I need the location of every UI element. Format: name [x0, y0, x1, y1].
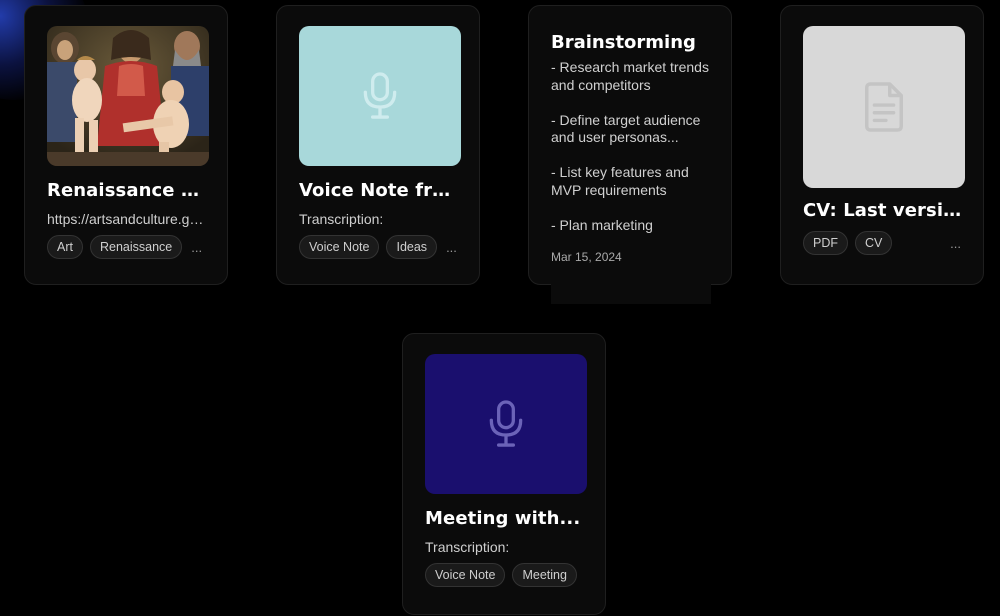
transcription-label: Transcription: [425, 539, 510, 555]
voice-note-thumbnail [425, 354, 587, 494]
tag-list: Voice Note Meeting [425, 563, 585, 587]
tag-list: PDF CV ... [803, 231, 963, 255]
microphone-icon [363, 72, 397, 119]
tag-list: Art Renaissance ... [47, 235, 207, 259]
pdf-thumbnail [803, 26, 965, 188]
document-icon [865, 82, 903, 132]
voice-note-card-meeting[interactable]: Meeting with... Transcription: Voice Not… [402, 333, 606, 615]
card-title: Meeting with... [425, 508, 581, 529]
tag-renaissance[interactable]: Renaissance [89, 235, 183, 259]
more-tags-indicator[interactable]: ... [446, 240, 457, 255]
voice-note-thumbnail [299, 26, 461, 166]
grid-page: Renaissance Art https://artsandculture.g… [0, 0, 1000, 616]
bookmark-card-renaissance[interactable]: Renaissance Art https://artsandculture.g… [24, 5, 228, 285]
card-url[interactable]: https://artsandculture.google.com [47, 211, 207, 227]
note-card-brainstorming[interactable]: Brainstorming - Research market trends a… [528, 5, 732, 304]
renaissance-painting-image [47, 26, 209, 166]
voice-note-card[interactable]: Voice Note from... Transcription: Voice … [276, 5, 480, 285]
more-tags-indicator[interactable]: ... [191, 240, 202, 255]
card-title: Brainstorming [551, 32, 696, 53]
tag-art[interactable]: Art [47, 235, 83, 259]
more-tags-indicator[interactable]: ... [950, 236, 961, 251]
card-title: Voice Note from... [299, 180, 459, 201]
tag-voice-note[interactable]: Voice Note [299, 235, 380, 259]
painting-thumbnail [47, 26, 209, 166]
tag-pdf[interactable]: PDF [803, 231, 848, 255]
tag-meeting[interactable]: Meeting [512, 563, 577, 587]
card-title: CV: Last version [803, 200, 963, 221]
tag-voice-note[interactable]: Voice Note [425, 563, 506, 587]
microphone-icon [489, 400, 523, 447]
tag-ideas[interactable]: Ideas [386, 235, 438, 259]
pdf-card-cv[interactable]: CV: Last version PDF CV ... [780, 5, 984, 285]
tag-list: Voice Note Ideas ... [299, 235, 459, 259]
note-date: Mar 15, 2024 [551, 248, 711, 304]
tag-cv[interactable]: CV [855, 231, 893, 255]
note-body: - Research market trends and competitors… [551, 59, 709, 233]
transcription-label: Transcription: [299, 211, 384, 227]
card-title: Renaissance Art [47, 180, 207, 201]
